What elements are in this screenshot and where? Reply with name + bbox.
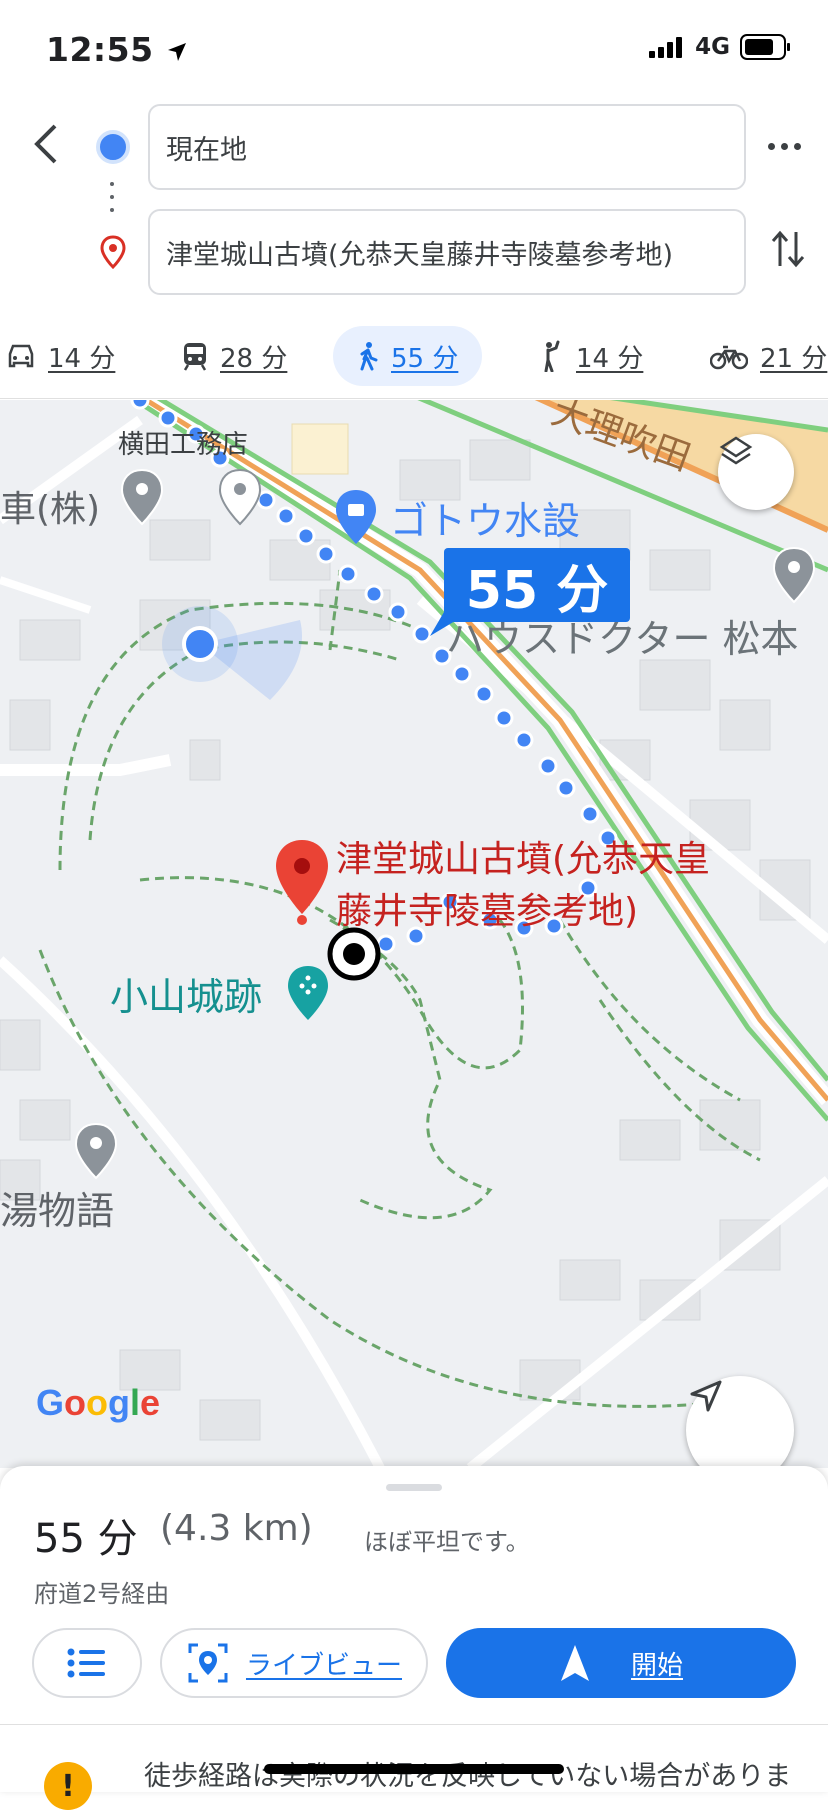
connector-dots xyxy=(110,182,114,221)
destination-map-label[interactable]: 津堂城山古墳(允恭天皇 藤井寺陵墓参考地) xyxy=(336,834,710,938)
drag-handle[interactable] xyxy=(386,1484,442,1491)
origin-input[interactable]: 現在地 xyxy=(148,104,746,190)
route-via: 府道2号経由 xyxy=(34,1580,170,1608)
destination-input[interactable]: 津堂城山古墳(允恭天皇藤井寺陵墓参考地) xyxy=(148,209,746,295)
tab-walking[interactable]: 55 分 xyxy=(333,326,483,386)
place-label[interactable]: 湯物語 xyxy=(0,1180,114,1235)
swap-icon xyxy=(771,230,805,268)
route-time-bubble[interactable]: 55 分 xyxy=(444,548,630,622)
google-logo: Google xyxy=(36,1382,161,1423)
back-button[interactable] xyxy=(24,118,68,170)
warning-icon: ! xyxy=(44,1762,92,1810)
place-label[interactable]: ゴトウ水設 xyxy=(390,490,580,545)
origin-dot-icon xyxy=(96,130,130,164)
car-icon xyxy=(8,344,34,368)
route-duration: 55 分 xyxy=(34,1516,138,1562)
destination-pin-icon xyxy=(100,235,126,273)
status-indicators: 4G xyxy=(649,34,792,60)
tab-driving[interactable]: 14 分 xyxy=(6,326,115,386)
bike-icon xyxy=(710,345,748,370)
place-label[interactable]: 車(株) xyxy=(0,480,100,532)
place-label[interactable]: 小山城跡 xyxy=(110,966,262,1021)
battery-icon xyxy=(740,34,790,60)
terrain-note: ほぼ平坦です。 xyxy=(364,1528,530,1556)
steps-list-button[interactable] xyxy=(32,1628,142,1698)
layers-button[interactable] xyxy=(718,434,794,510)
more-options-button[interactable] xyxy=(768,134,808,158)
start-navigation-button[interactable]: 開始 xyxy=(446,1628,796,1698)
navigation-icon xyxy=(560,1645,589,1681)
tabs-divider xyxy=(0,398,828,399)
network-type: 4G xyxy=(695,34,730,60)
live-view-button[interactable]: ライブビュー xyxy=(160,1628,428,1698)
route-summary-sheet[interactable]: 55 分 (4.3 km) ほぼ平坦です。 府道2号経由 ライブビュー 開始 !… xyxy=(0,1466,828,1810)
tab-transit[interactable]: 28 分 xyxy=(182,326,287,386)
list-icon xyxy=(67,1648,105,1678)
sheet-divider xyxy=(0,1724,828,1725)
location-arrow-icon xyxy=(167,43,186,61)
tab-ride[interactable]: 14 分 xyxy=(540,326,643,386)
map-view[interactable]: 横田工務店 車(株) ゴトウ水設 ハウスドクター 松本 大理吹田 津堂城山古墳(… xyxy=(0,400,828,1468)
navigation-arrow-icon xyxy=(690,1380,722,1412)
tab-cycling[interactable]: 21 分 xyxy=(710,326,827,386)
walk-icon xyxy=(360,342,378,371)
place-label[interactable]: 横田工務店 xyxy=(118,424,248,461)
home-indicator[interactable] xyxy=(264,1764,564,1774)
layers-icon xyxy=(719,436,753,465)
route-distance: (4.3 km) xyxy=(160,1508,313,1549)
train-icon xyxy=(183,343,207,371)
hail-icon xyxy=(544,340,560,372)
travel-mode-tabs: 14 分 28 分 55 分 14 分 21 分 xyxy=(0,326,828,386)
signal-icon xyxy=(649,37,683,58)
swap-button[interactable] xyxy=(770,228,806,274)
live-view-icon xyxy=(188,1643,228,1683)
back-arrow-icon xyxy=(34,124,57,164)
status-time: 12:55 xyxy=(46,30,188,69)
